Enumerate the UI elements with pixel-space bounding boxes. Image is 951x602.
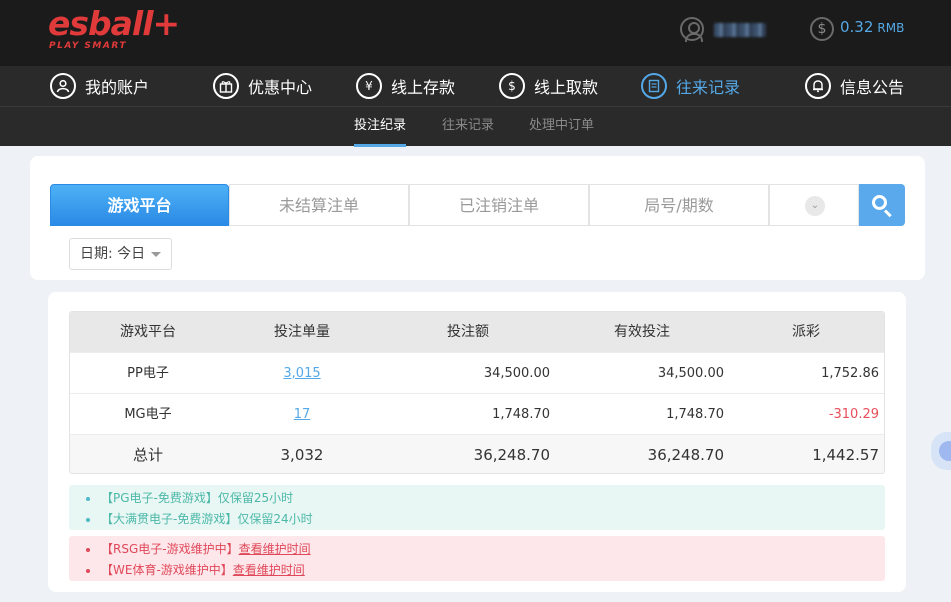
withdraw-icon: $ — [499, 73, 525, 99]
table-total-row: 总计 3,032 36,248.70 36,248.70 1,442.57 — [70, 434, 884, 473]
header-platform: 游戏平台 — [120, 324, 176, 340]
records-icon — [641, 73, 667, 99]
tab-unsettled-bets[interactable]: 未结算注单 — [229, 184, 409, 226]
cell-count: 3,015 — [242, 353, 362, 394]
header-count: 投注单量 — [274, 324, 330, 340]
total-count: 3,032 — [280, 446, 324, 464]
date-filter-select[interactable]: 日期: 今日 — [69, 238, 172, 270]
date-filter-value: 日期: 今日 — [80, 246, 146, 262]
search-button[interactable] — [859, 184, 905, 226]
chevron-down-icon: ⌄ — [805, 196, 825, 216]
bullet-dot — [86, 497, 90, 501]
notice-line: 【PG电子-免费游戏】仅保留25小时 — [69, 488, 885, 509]
maintenance-notice: 【RSG电子-游戏维护中】查看维护时间 【WE体育-游戏维护中】查看维护时间 — [69, 536, 885, 581]
subnav-transaction-records[interactable]: 往来记录 — [442, 107, 494, 147]
nav-label: 优惠中心 — [248, 78, 313, 97]
search-icon — [872, 195, 887, 210]
table-row: PP电子 3,015 34,500.00 34,500.00 1,752.86 — [70, 352, 884, 393]
view-maintenance-link[interactable]: 查看维护时间 — [239, 542, 311, 556]
main-nav: 我的账户 优惠中心 ¥ 线上存款 $ 线上取款 往来记录 信息公告 — [0, 66, 951, 106]
nav-my-account[interactable]: 我的账户 — [50, 66, 149, 106]
bet-count-link[interactable]: 17 — [294, 407, 311, 422]
header-valid-bet: 有效投注 — [614, 324, 670, 340]
nav-announcements[interactable]: 信息公告 — [805, 66, 904, 106]
top-bar: esball+ PLAY SMART $ 0.32 RMB — [0, 0, 951, 66]
total-payout: 1,442.57 — [812, 446, 879, 464]
bullet-dot — [86, 518, 90, 522]
cell-platform: PP电子 — [127, 366, 169, 381]
cell-payout: 1,752.86 — [821, 366, 879, 381]
notice-text: 【PG电子-免费游戏】仅保留25小时 — [101, 491, 294, 505]
nav-label: 信息公告 — [840, 78, 905, 97]
chat-icon — [939, 441, 951, 461]
dollar-coin-icon: $ — [810, 17, 834, 41]
notice-text: 【WE体育-游戏维护中】 — [101, 563, 233, 577]
total-label: 总计 — [132, 446, 163, 464]
balance-amount: 0.32 — [840, 18, 874, 36]
cell-valid-bet: 1,748.70 — [666, 407, 724, 422]
notice-line: 【大满贯电子-免费游戏】仅保留24小时 — [69, 509, 885, 530]
nav-online-deposit[interactable]: ¥ 线上存款 — [356, 66, 455, 106]
subnav-bet-records[interactable]: 投注纪录 — [354, 107, 407, 147]
total-valid-bet: 36,248.70 — [647, 446, 724, 464]
notice-text: 【RSG电子-游戏维护中】 — [101, 542, 239, 556]
sub-nav: 投注纪录 往来记录 处理中订单 — [0, 106, 951, 147]
header-payout: 派彩 — [792, 324, 820, 340]
nav-records[interactable]: 往来记录 — [641, 66, 740, 106]
bullet-dot — [86, 569, 90, 573]
free-game-notice: 【PG电子-免费游戏】仅保留25小时 【大满贯电子-免费游戏】仅保留24小时 — [69, 485, 885, 530]
username-blurred[interactable] — [714, 23, 766, 37]
table-row: MG电子 17 1,748.70 1,748.70 -310.29 — [70, 393, 884, 434]
account-balance: 0.32 RMB — [840, 18, 904, 36]
balance-currency: RMB — [877, 21, 905, 35]
cell-count: 17 — [242, 394, 362, 435]
header-bet: 投注额 — [447, 324, 489, 340]
table-header-row: 游戏平台 投注单量 投注额 有效投注 派彩 — [70, 312, 884, 353]
cell-valid-bet: 34,500.00 — [657, 366, 724, 381]
nav-online-withdraw[interactable]: $ 线上取款 — [499, 66, 598, 106]
nav-label: 线上取款 — [534, 78, 599, 97]
logo-tagline: PLAY SMART — [49, 41, 127, 51]
search-icon-handle — [883, 209, 892, 218]
nav-label: 线上存款 — [391, 78, 456, 97]
bell-icon — [805, 73, 831, 99]
gift-icon — [213, 73, 239, 99]
subnav-pending-orders[interactable]: 处理中订单 — [529, 107, 594, 147]
tab-game-platform[interactable]: 游戏平台 — [50, 184, 229, 226]
floating-service-button[interactable] — [931, 432, 951, 470]
tab-cancelled-bets[interactable]: 已注销注单 — [409, 184, 589, 226]
total-bet: 36,248.70 — [473, 446, 550, 464]
user-icon — [50, 73, 76, 99]
bullet-dot — [86, 548, 90, 552]
record-tabs: 游戏平台 未结算注单 已注销注单 局号/期数 ⌄ — [50, 184, 905, 226]
cell-bet: 34,500.00 — [483, 366, 550, 381]
tab-round-number[interactable]: 局号/期数 — [589, 184, 769, 226]
notice-line: 【WE体育-游戏维护中】查看维护时间 — [69, 560, 885, 581]
notice-text: 【大满贯电子-免费游戏】仅保留24小时 — [101, 512, 313, 526]
bet-summary-table: 游戏平台 投注单量 投注额 有效投注 派彩 PP电子 3,015 34,500.… — [69, 311, 885, 474]
cell-bet: 1,748.70 — [492, 407, 550, 422]
nav-label: 往来记录 — [676, 78, 741, 97]
cell-platform: MG电子 — [124, 407, 172, 422]
nav-promotions[interactable]: 优惠中心 — [213, 66, 312, 106]
view-maintenance-link[interactable]: 查看维护时间 — [233, 563, 305, 577]
nav-label: 我的账户 — [85, 78, 150, 97]
esball-logo[interactable]: esball+ PLAY SMART — [48, 6, 180, 52]
notice-line: 【RSG电子-游戏维护中】查看维护时间 — [69, 539, 885, 560]
bet-count-link[interactable]: 3,015 — [283, 366, 320, 381]
tab-more-dropdown[interactable]: ⌄ — [769, 184, 859, 226]
user-avatar-icon[interactable] — [680, 17, 704, 42]
logo-wordmark: esball+ — [48, 4, 180, 43]
caret-down-icon — [151, 252, 161, 257]
cell-payout: -310.29 — [828, 407, 879, 422]
deposit-icon: ¥ — [356, 73, 382, 99]
